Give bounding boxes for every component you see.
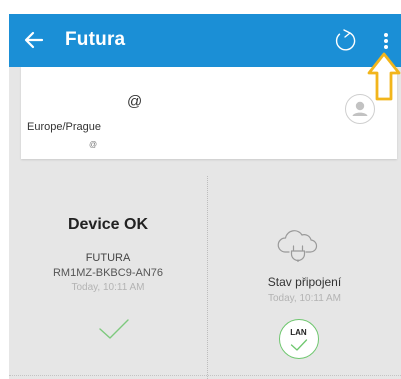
account-card[interactable]: @ Europe/Prague @	[21, 67, 397, 159]
account-timezone: Europe/Prague	[27, 121, 101, 133]
more-vertical-icon-dot	[384, 39, 388, 43]
more-vertical-icon-dot	[384, 45, 388, 49]
check-icon	[290, 339, 308, 351]
connection-timestamp: Today, 10:11 AM	[267, 293, 341, 304]
account-email-at: @	[127, 93, 143, 110]
arrow-left-icon	[24, 31, 44, 49]
bottom-divider	[9, 375, 401, 376]
cloud-plug-icon	[277, 230, 318, 262]
device-name: FUTURA	[85, 252, 131, 264]
connection-status-label: Stav připojení	[267, 275, 342, 289]
more-vertical-icon	[384, 33, 388, 37]
app-screen: Futura @ Europe/Prague @ Device OK FUTUR…	[9, 14, 401, 379]
app-title: Futura	[65, 29, 126, 50]
check-icon	[99, 319, 129, 339]
back-button[interactable]	[21, 27, 47, 53]
device-timestamp: Today, 10:11 AM	[71, 282, 145, 293]
arrow-up-outline-icon	[367, 52, 401, 101]
lan-badge-label: LAN	[290, 328, 307, 337]
connection-status-panel[interactable]: Stav připojení Today, 10:11 AM LAN	[208, 164, 401, 375]
device-serial: RM1MZ-BKBC9-AN76	[52, 267, 164, 279]
app-bar: Futura	[9, 14, 401, 67]
device-status-panel[interactable]: Device OK FUTURA RM1MZ-BKBC9-AN76 Today,…	[9, 164, 207, 375]
device-status-title: Device OK	[67, 216, 149, 233]
refresh-icon	[335, 29, 356, 51]
account-secondary-at: @	[89, 140, 98, 149]
refresh-button[interactable]	[331, 25, 359, 55]
lan-badge: LAN	[279, 319, 319, 359]
